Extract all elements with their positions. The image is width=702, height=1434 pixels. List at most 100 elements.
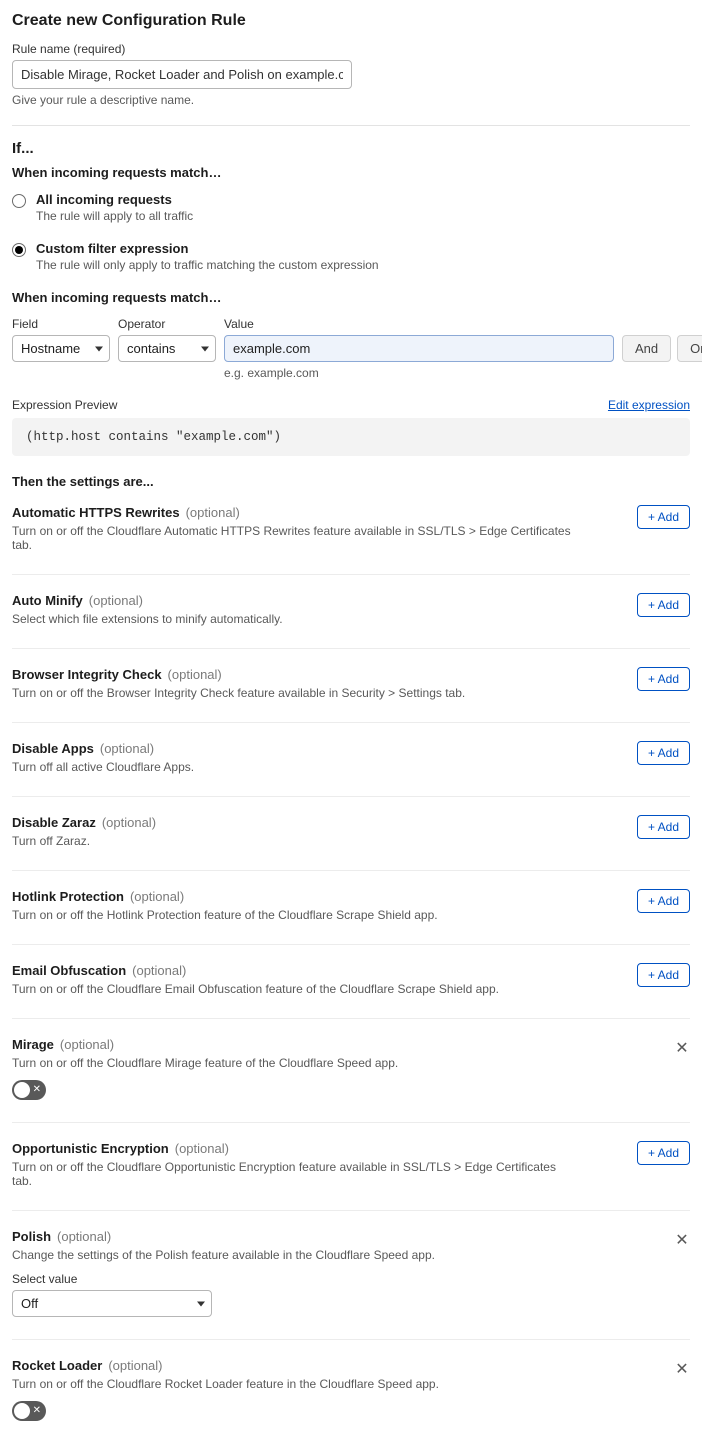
divider: [12, 944, 690, 945]
setting-auto-https: Automatic HTTPS Rewrites (optional) Turn…: [12, 501, 690, 552]
radio-all-requests[interactable]: All incoming requests The rule will appl…: [12, 192, 690, 223]
add-button[interactable]: + Add: [637, 1141, 690, 1165]
radio-icon[interactable]: [12, 194, 26, 208]
chevron-down-icon: [201, 346, 209, 351]
optional-label: (optional): [130, 889, 184, 904]
close-icon[interactable]: ✕: [674, 1233, 690, 1249]
setting-disable-apps: Disable Apps (optional) Turn off all act…: [12, 737, 690, 774]
optional-label: (optional): [89, 593, 143, 608]
setting-title: Polish: [12, 1229, 51, 1244]
radio-all-desc: The rule will apply to all traffic: [36, 209, 193, 223]
setting-polish: Polish (optional) Change the settings of…: [12, 1225, 690, 1317]
polish-select[interactable]: Off: [12, 1290, 212, 1317]
rule-name-hint: Give your rule a descriptive name.: [12, 93, 690, 107]
divider: [12, 648, 690, 649]
add-button[interactable]: + Add: [637, 667, 690, 691]
divider: [12, 1018, 690, 1019]
optional-label: (optional): [60, 1037, 114, 1052]
rule-name-input[interactable]: [12, 60, 352, 89]
setting-desc: Turn on or off the Browser Integrity Che…: [12, 686, 465, 700]
add-button[interactable]: + Add: [637, 815, 690, 839]
setting-auto-minify: Auto Minify (optional) Select which file…: [12, 589, 690, 626]
divider: [12, 722, 690, 723]
setting-browser-integrity-check: Browser Integrity Check (optional) Turn …: [12, 663, 690, 700]
radio-icon[interactable]: [12, 243, 26, 257]
mirage-toggle[interactable]: ✕: [12, 1080, 46, 1100]
polish-select-label: Select value: [12, 1272, 690, 1286]
optional-label: (optional): [108, 1358, 162, 1373]
setting-desc: Select which file extensions to minify a…: [12, 612, 283, 626]
match-heading: When incoming requests match…: [12, 165, 690, 180]
add-button[interactable]: + Add: [637, 741, 690, 765]
close-icon[interactable]: ✕: [674, 1362, 690, 1378]
setting-rocket-loader: Rocket Loader (optional) Turn on or off …: [12, 1354, 690, 1421]
divider: [12, 125, 690, 126]
radio-custom-title: Custom filter expression: [36, 241, 379, 256]
rule-name-label: Rule name (required): [12, 42, 690, 56]
setting-title: Disable Zaraz: [12, 815, 96, 830]
radio-custom-desc: The rule will only apply to traffic matc…: [36, 258, 379, 272]
optional-label: (optional): [186, 505, 240, 520]
edit-expression-link[interactable]: Edit expression: [608, 398, 690, 412]
rule-name-group: Rule name (required) Give your rule a de…: [12, 42, 690, 107]
setting-title: Auto Minify: [12, 593, 83, 608]
setting-mirage: Mirage (optional) Turn on or off the Clo…: [12, 1033, 690, 1100]
operator-select[interactable]: contains: [118, 335, 216, 362]
optional-label: (optional): [102, 815, 156, 830]
x-icon: ✕: [33, 1085, 41, 1095]
expression-preview-label: Expression Preview: [12, 398, 117, 412]
optional-label: (optional): [57, 1229, 111, 1244]
expression-preview-code: (http.host contains "example.com"): [12, 418, 690, 456]
setting-title: Email Obfuscation: [12, 963, 126, 978]
radio-custom-filter[interactable]: Custom filter expression The rule will o…: [12, 241, 690, 272]
setting-desc: Turn on or off the Cloudflare Email Obfu…: [12, 982, 499, 996]
if-heading: If...: [12, 140, 690, 157]
field-select[interactable]: Hostname: [12, 335, 110, 362]
setting-disable-zaraz: Disable Zaraz (optional) Turn off Zaraz.…: [12, 811, 690, 848]
divider: [12, 1122, 690, 1123]
filter-builder-row: Field Hostname Operator contains Value e…: [12, 317, 690, 380]
setting-desc: Turn on or off the Cloudflare Opportunis…: [12, 1160, 572, 1188]
setting-title: Rocket Loader: [12, 1358, 102, 1373]
divider: [12, 1210, 690, 1211]
setting-desc: Change the settings of the Polish featur…: [12, 1248, 435, 1262]
close-icon[interactable]: ✕: [674, 1041, 690, 1057]
value-input[interactable]: [224, 335, 614, 362]
value-hint: e.g. example.com: [224, 366, 614, 380]
add-button[interactable]: + Add: [637, 505, 690, 529]
x-icon: ✕: [33, 1406, 41, 1416]
and-button[interactable]: And: [622, 335, 671, 362]
setting-desc: Turn on or off the Cloudflare Mirage fea…: [12, 1056, 398, 1070]
optional-label: (optional): [132, 963, 186, 978]
setting-opportunistic-encryption: Opportunistic Encryption (optional) Turn…: [12, 1137, 690, 1188]
field-label: Field: [12, 317, 110, 331]
setting-title: Browser Integrity Check: [12, 667, 162, 682]
page-title: Create new Configuration Rule: [12, 12, 690, 30]
setting-title: Opportunistic Encryption: [12, 1141, 169, 1156]
radio-all-title: All incoming requests: [36, 192, 193, 207]
rocket-loader-toggle[interactable]: ✕: [12, 1401, 46, 1421]
chevron-down-icon: [95, 346, 103, 351]
divider: [12, 796, 690, 797]
setting-desc: Turn on or off the Hotlink Protection fe…: [12, 908, 438, 922]
setting-hotlink-protection: Hotlink Protection (optional) Turn on or…: [12, 885, 690, 922]
optional-label: (optional): [175, 1141, 229, 1156]
add-button[interactable]: + Add: [637, 593, 690, 617]
chevron-down-icon: [197, 1301, 205, 1306]
optional-label: (optional): [100, 741, 154, 756]
setting-desc: Turn off Zaraz.: [12, 834, 156, 848]
add-button[interactable]: + Add: [637, 889, 690, 913]
divider: [12, 870, 690, 871]
setting-email-obfuscation: Email Obfuscation (optional) Turn on or …: [12, 959, 690, 996]
or-button[interactable]: Or: [677, 335, 702, 362]
setting-title: Automatic HTTPS Rewrites: [12, 505, 180, 520]
setting-title: Mirage: [12, 1037, 54, 1052]
add-button[interactable]: + Add: [637, 963, 690, 987]
setting-title: Disable Apps: [12, 741, 94, 756]
match-heading-2: When incoming requests match…: [12, 290, 690, 305]
setting-title: Hotlink Protection: [12, 889, 124, 904]
value-label: Value: [224, 317, 614, 331]
setting-desc: Turn on or off the Cloudflare Automatic …: [12, 524, 572, 552]
divider: [12, 574, 690, 575]
divider: [12, 1339, 690, 1340]
